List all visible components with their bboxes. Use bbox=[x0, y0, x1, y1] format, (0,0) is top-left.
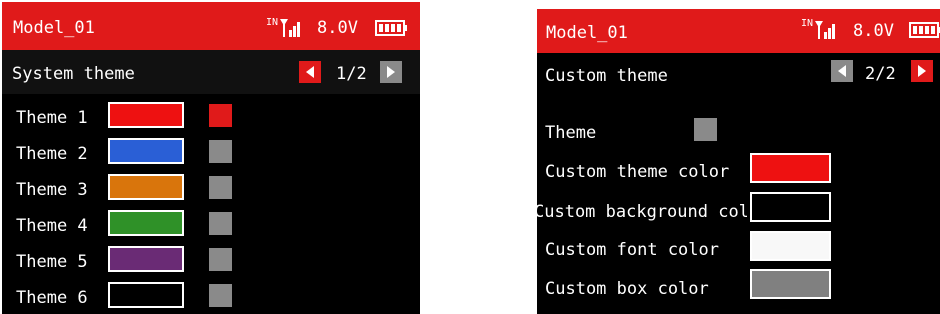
page-indicator: 1/2 bbox=[336, 64, 367, 84]
theme-label: Theme 6 bbox=[16, 288, 88, 308]
theme-color-swatch[interactable] bbox=[108, 282, 184, 308]
theme-label: Theme bbox=[545, 123, 597, 143]
status-header: Model_01 IN 8.0V bbox=[2, 2, 420, 50]
theme-unselected-indicator[interactable] bbox=[209, 248, 232, 271]
theme-selected-indicator[interactable] bbox=[209, 104, 232, 127]
theme-color-swatch[interactable] bbox=[108, 174, 184, 200]
page-indicator: 2/2 bbox=[865, 64, 896, 84]
theme-label: Theme 5 bbox=[16, 252, 88, 272]
custom-background-color-swatch[interactable] bbox=[750, 192, 831, 222]
theme-unselected-indicator[interactable] bbox=[209, 176, 232, 199]
voltage-readout: 8.0V bbox=[853, 21, 894, 41]
theme-indicator[interactable] bbox=[694, 118, 717, 141]
setting-label-clip: Custom background color bbox=[537, 192, 747, 226]
battery-icon bbox=[375, 20, 407, 36]
setting-label: Custom background color bbox=[537, 202, 747, 222]
model-name: Model_01 bbox=[546, 23, 628, 43]
signal-icon bbox=[280, 19, 300, 37]
next-page-button[interactable] bbox=[380, 61, 402, 83]
prev-page-button[interactable] bbox=[831, 60, 853, 82]
theme-unselected-indicator[interactable] bbox=[209, 212, 232, 235]
custom-box-color-swatch[interactable] bbox=[750, 269, 831, 299]
theme-color-swatch[interactable] bbox=[108, 246, 184, 272]
next-page-button[interactable] bbox=[911, 60, 933, 82]
setting-label: Custom font color bbox=[545, 240, 719, 260]
signal-icon bbox=[815, 21, 835, 39]
theme-color-swatch[interactable] bbox=[108, 102, 184, 128]
setting-label: Custom box color bbox=[545, 279, 709, 299]
status-header: Model_01 IN 8.0V bbox=[537, 9, 940, 53]
theme-unselected-indicator[interactable] bbox=[209, 284, 232, 307]
theme-label: Theme 2 bbox=[16, 144, 88, 164]
theme-color-swatch[interactable] bbox=[108, 210, 184, 236]
theme-label: Theme 3 bbox=[16, 180, 88, 200]
theme-label: Theme 4 bbox=[16, 216, 88, 236]
in-indicator: IN bbox=[266, 17, 279, 28]
battery-icon bbox=[909, 22, 940, 38]
model-name: Model_01 bbox=[13, 18, 95, 38]
page-title: System theme bbox=[12, 64, 135, 84]
prev-page-button[interactable] bbox=[299, 61, 321, 83]
screen-system-theme: Model_01 IN 8.0V System theme 1/2 Theme … bbox=[2, 2, 420, 314]
theme-color-swatch[interactable] bbox=[108, 138, 184, 164]
custom-theme-color-swatch[interactable] bbox=[750, 153, 831, 183]
page-title: Custom theme bbox=[545, 66, 668, 86]
voltage-readout: 8.0V bbox=[317, 18, 358, 38]
screen-custom-theme: Model_01 IN 8.0V Custom theme 2/2 Theme bbox=[537, 9, 940, 314]
in-indicator: IN bbox=[801, 18, 814, 29]
theme-unselected-indicator[interactable] bbox=[209, 140, 232, 163]
custom-font-color-swatch[interactable] bbox=[750, 231, 831, 261]
setting-label: Custom theme color bbox=[545, 162, 730, 182]
theme-label: Theme 1 bbox=[16, 108, 88, 128]
